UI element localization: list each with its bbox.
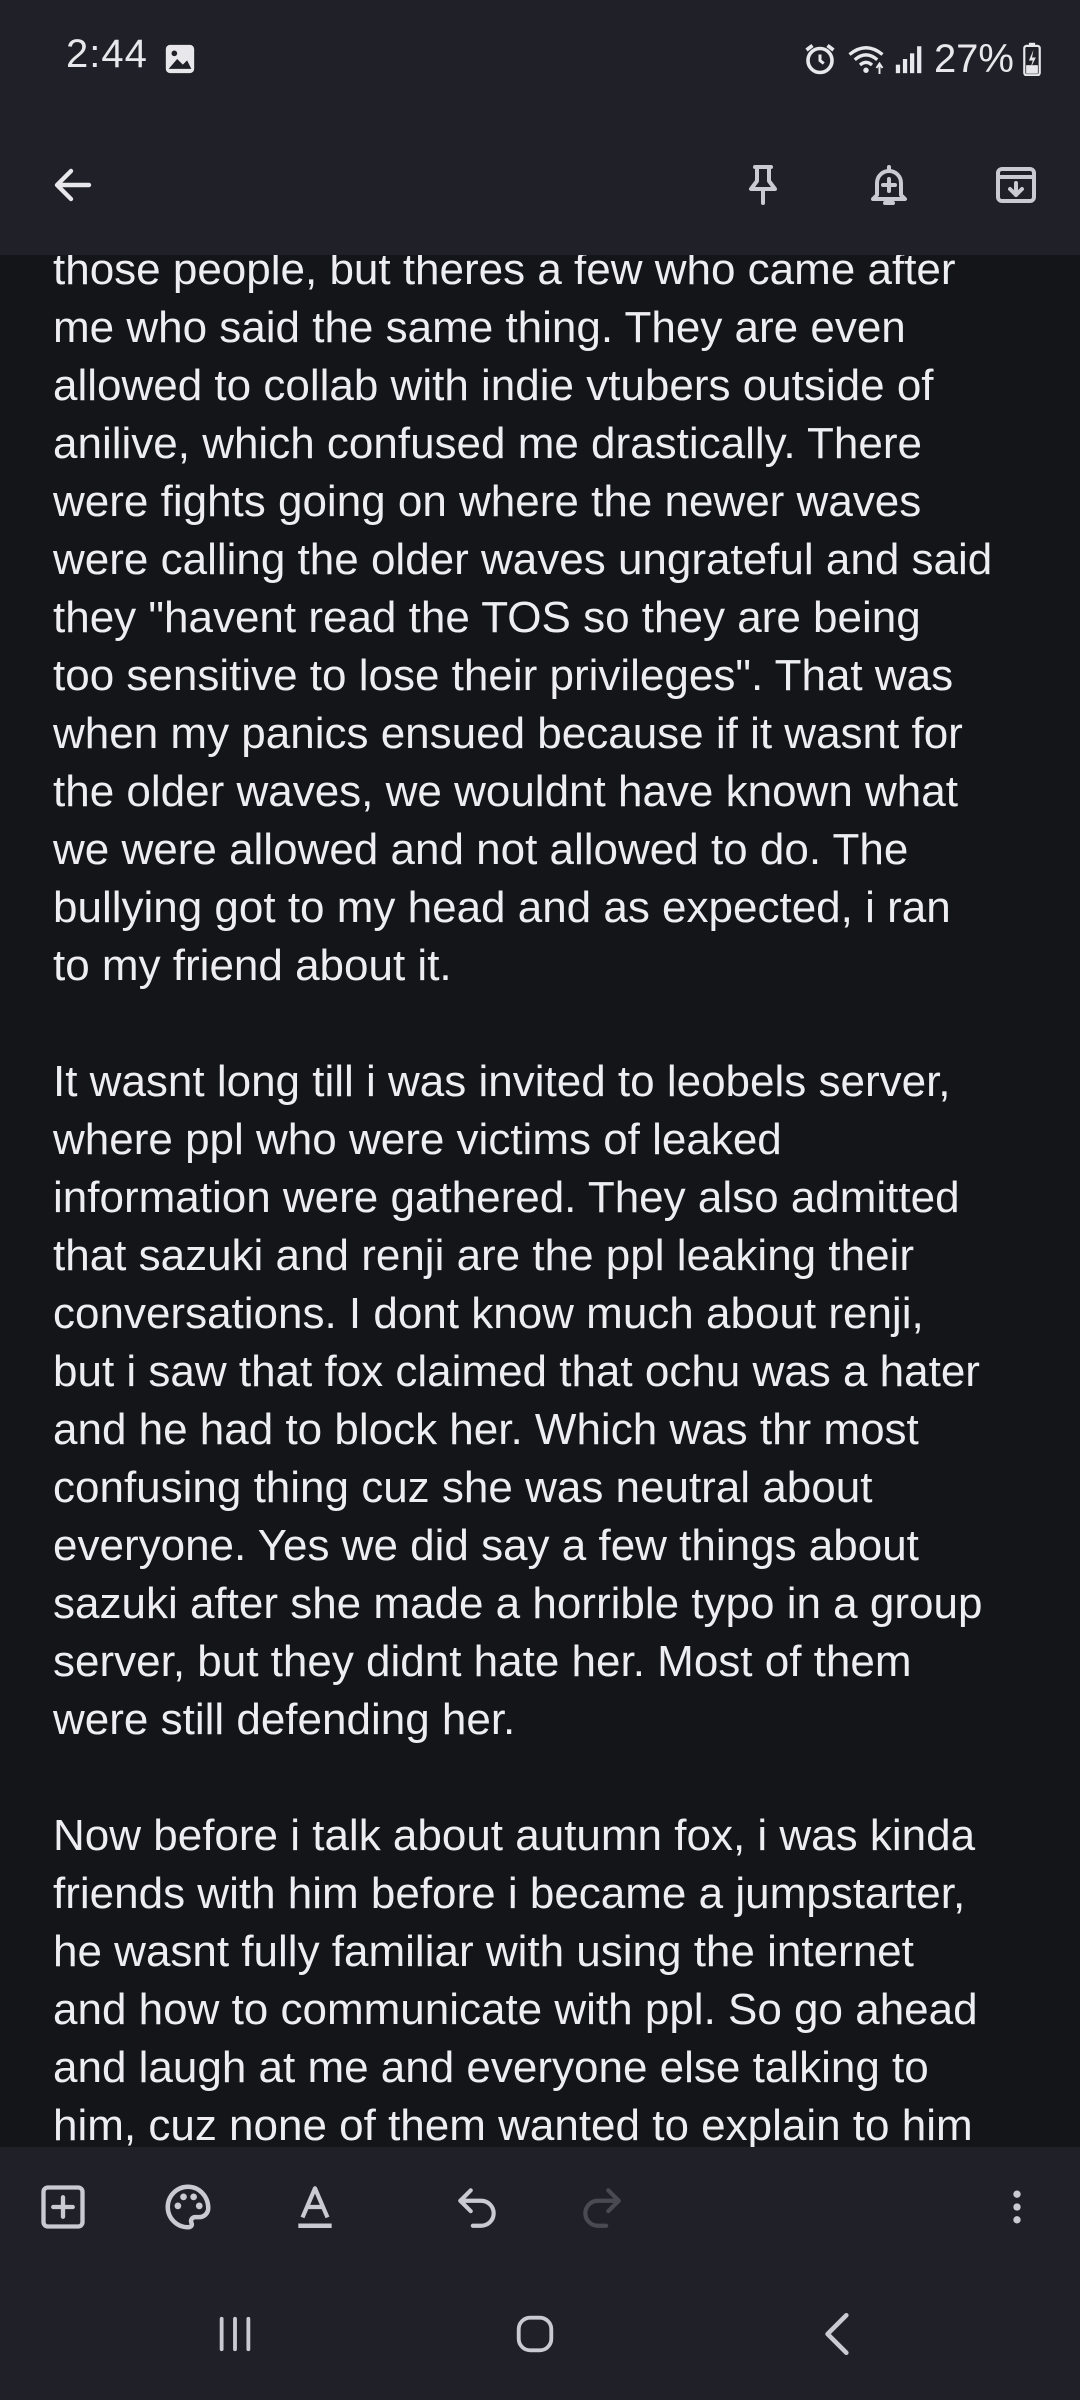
pin-icon <box>739 161 787 214</box>
status-icons: 27% <box>802 34 1042 84</box>
note-line: It wasnt long till i was invited to leob… <box>53 1057 951 1106</box>
back-button[interactable] <box>28 142 118 232</box>
add-content-button[interactable] <box>18 2164 108 2254</box>
signal-icon <box>894 42 926 76</box>
text-format-button[interactable] <box>270 2164 360 2254</box>
more-vert-icon <box>995 2182 1039 2237</box>
recents-button[interactable] <box>190 2291 280 2381</box>
note-line: that sazuki and renji are the ppl leakin… <box>53 1231 914 1280</box>
home-button[interactable] <box>490 2291 580 2381</box>
text-format-icon <box>290 2182 340 2237</box>
note-paragraph-2: It wasnt long till i was invited to leob… <box>53 1053 1063 1749</box>
note-line: when my panics ensued because if it wasn… <box>53 709 963 758</box>
note-line: confusing thing cuz she was neutral abou… <box>53 1463 873 1512</box>
editor-toolbar <box>0 2147 1080 2272</box>
notes-app-screen: 2:44 27% those people, but theres a few … <box>0 0 1080 2400</box>
battery-percent: 27% <box>933 36 1014 81</box>
reminder-bell-icon <box>865 161 913 214</box>
alarm-icon <box>802 41 838 77</box>
home-icon <box>512 2311 558 2362</box>
note-line: were fights going on where the newer wav… <box>53 477 922 526</box>
note-line: those people, but theres a few who came … <box>53 255 956 294</box>
pin-button[interactable] <box>718 142 808 232</box>
image-icon <box>163 42 197 76</box>
back-icon <box>818 2309 858 2364</box>
note-line: the older waves, we wouldnt have known w… <box>53 767 958 816</box>
note-text-area[interactable]: those people, but theres a few who came … <box>53 255 1063 2147</box>
note-line: conversations. I dont know much about re… <box>53 1289 924 1338</box>
note-line: were still defending her. <box>53 1695 516 1744</box>
system-navigation-bar <box>0 2272 1080 2400</box>
note-line: everyone. Yes we did say a few things ab… <box>53 1521 919 1570</box>
note-line: allowed to collab with indie vtubers out… <box>53 361 934 410</box>
note-line: Now before i talk about autumn fox, i wa… <box>53 1811 976 1860</box>
top-app-bar <box>0 120 1080 255</box>
archive-button[interactable] <box>971 142 1061 232</box>
note-line: they "havent read the TOS so they are be… <box>53 593 921 642</box>
undo-button[interactable] <box>432 2164 522 2254</box>
note-paragraph-3: Now before i talk about autumn fox, i wa… <box>53 1807 1063 2147</box>
back-arrow-icon <box>49 161 97 214</box>
note-line: anilive, which confused me drastically. … <box>53 419 922 468</box>
note-paragraph-1: those people, but theres a few who came … <box>53 255 1063 995</box>
palette-icon <box>161 2180 215 2239</box>
note-line: to my friend about it. <box>53 941 452 990</box>
note-line: we were allowed and not allowed to do. T… <box>53 825 909 874</box>
note-line: server, but they didnt hate her. Most of… <box>53 1637 912 1686</box>
status-time: 2:44 <box>66 32 148 76</box>
archive-icon <box>992 161 1040 214</box>
note-line: sazuki after she made a horrible typo in… <box>53 1579 983 1628</box>
add-box-icon <box>37 2181 89 2238</box>
recents-icon <box>212 2313 258 2360</box>
note-line: and he had to block her. Which was thr m… <box>53 1405 919 1454</box>
wifi-icon <box>846 41 886 77</box>
reminder-button[interactable] <box>844 142 934 232</box>
status-bar: 2:44 27% <box>0 0 1080 120</box>
note-line: but i saw that fox claimed that ochu was… <box>53 1347 980 1396</box>
background-color-button[interactable] <box>143 2164 233 2254</box>
nav-back-button[interactable] <box>793 2291 883 2381</box>
note-line: information were gathered. They also adm… <box>53 1173 960 1222</box>
note-line: friends with him before i became a jumps… <box>53 1869 966 1918</box>
note-line: bullying got to my head and as expected,… <box>53 883 951 932</box>
note-body[interactable]: those people, but theres a few who came … <box>0 255 1080 2147</box>
note-line: me who said the same thing. They are eve… <box>53 303 906 352</box>
undo-icon <box>452 2182 502 2237</box>
note-line: where ppl who were victims of leaked <box>53 1115 782 1164</box>
note-line: were calling the older waves ungrateful … <box>53 535 993 584</box>
note-line: and laugh at me and everyone else talkin… <box>53 2043 929 2092</box>
note-line: him, cuz none of them wanted to explain … <box>53 2101 973 2147</box>
note-line: too sensitive to lose their privileges".… <box>53 651 954 700</box>
note-line: and how to communicate with ppl. So go a… <box>53 1985 978 2034</box>
redo-button[interactable] <box>557 2164 647 2254</box>
battery-charging-icon <box>1022 42 1042 76</box>
note-line: he wasnt fully familiar with using the i… <box>53 1927 914 1976</box>
more-options-button[interactable] <box>972 2164 1062 2254</box>
redo-icon <box>577 2182 627 2237</box>
